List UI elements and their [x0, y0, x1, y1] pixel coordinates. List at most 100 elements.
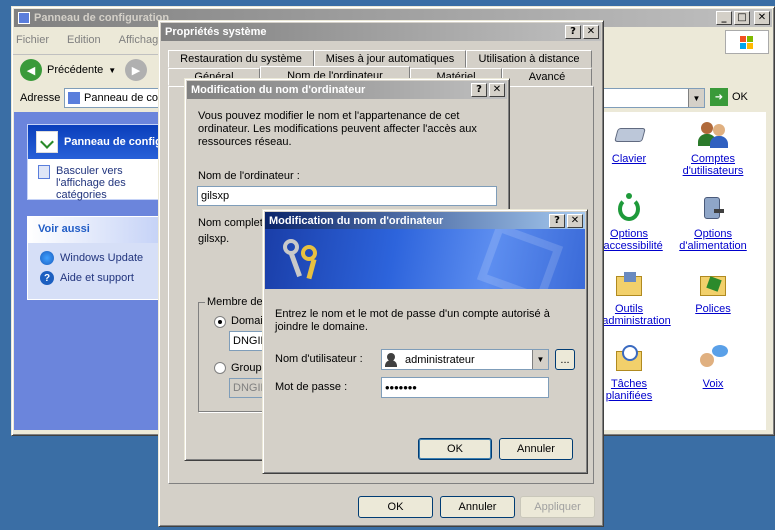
- accessibility-icon: [612, 193, 646, 225]
- menu-edition[interactable]: Edition: [67, 34, 101, 46]
- sysprops-ok-button[interactable]: OK: [358, 496, 433, 518]
- password-input[interactable]: •••••••: [381, 377, 549, 398]
- go-button[interactable]: ➜ OK: [710, 88, 748, 106]
- credentials-ok-button[interactable]: OK: [418, 438, 492, 460]
- scheduled-tasks-label: Tâches planifiées: [605, 378, 653, 402]
- close-button[interactable]: ✕: [567, 214, 583, 228]
- accessibility-label: Options d'accessibilité: [595, 228, 663, 252]
- rename-intro: Vous pouvez modifier le nom et l'apparte…: [198, 110, 477, 148]
- tab-remote[interactable]: Utilisation à distance: [466, 50, 592, 68]
- address-dropdown-icon[interactable]: ▼: [688, 89, 704, 107]
- domain-label: Domai: [231, 315, 263, 327]
- see-also-title: Voir aussi: [38, 223, 90, 235]
- sysprops-apply-button[interactable]: Appliquer: [520, 496, 595, 518]
- help-icon: ?: [40, 271, 54, 285]
- computer-name-label: Nom de l'ordinateur :: [198, 170, 300, 182]
- minimize-button[interactable]: _: [716, 11, 732, 25]
- go-label: OK: [732, 91, 748, 103]
- accessibility-item[interactable]: Options d'accessibilité: [594, 193, 664, 252]
- admin-tools-label: Outils d'administration: [594, 303, 671, 327]
- cp-header-icon: [36, 131, 58, 153]
- keyboard-item[interactable]: Clavier: [594, 118, 664, 165]
- go-arrow-icon: ➜: [710, 88, 728, 106]
- fonts-icon: [696, 268, 730, 300]
- tab-advanced[interactable]: Avancé: [502, 68, 592, 86]
- help-button[interactable]: ?: [471, 83, 487, 97]
- credentials-dialog-title: Modification du nom d'ordinateur: [269, 215, 444, 227]
- rename-dialog-title: Modification du nom d'ordinateur: [191, 84, 366, 96]
- user-accounts-label: Comptes d'utilisateurs: [682, 153, 744, 177]
- close-button[interactable]: ✕: [489, 83, 505, 97]
- admin-tools-item[interactable]: Outils d'administration: [594, 268, 671, 327]
- user-icon: [385, 352, 397, 367]
- speech-icon: [696, 343, 730, 375]
- cp-panel-header: Panneau de configuration: [28, 125, 199, 159]
- fonts-label: Polices: [695, 303, 731, 315]
- speech-label: Voix: [702, 378, 724, 390]
- help-label: Aide et support: [60, 272, 134, 284]
- computer-name-input[interactable]: gilsxp: [197, 186, 497, 206]
- switch-view-text: Basculer vers l'affichage des catégories: [56, 165, 126, 201]
- back-label: Précédente: [47, 64, 104, 76]
- password-label: Mot de passe :: [275, 381, 348, 393]
- windows-logo-icon: [725, 30, 769, 54]
- address-field-right[interactable]: ▼: [600, 88, 705, 108]
- see-also-help[interactable]: ? Aide et support: [40, 271, 134, 285]
- close-button[interactable]: ✕: [583, 25, 599, 39]
- windows-update-icon: [40, 251, 54, 265]
- menu-fichier[interactable]: Fichier: [16, 34, 49, 46]
- credentials-prompt: Entrez le nom et le mot de passe d'un co…: [275, 308, 550, 333]
- address-field[interactable]: Panneau de configuration: [64, 88, 160, 108]
- help-button[interactable]: ?: [549, 214, 565, 228]
- address-value: Panneau de configuration: [84, 92, 159, 104]
- username-combobox[interactable]: administrateur ▼: [381, 349, 549, 370]
- switch-view-icon: [38, 165, 50, 179]
- scheduled-tasks-item[interactable]: Tâches planifiées: [594, 343, 664, 402]
- help-button[interactable]: ?: [565, 25, 581, 39]
- keys-icon: [281, 237, 325, 281]
- username-dropdown-icon[interactable]: ▼: [532, 350, 548, 369]
- close-button[interactable]: ✕: [754, 11, 770, 25]
- switch-view-link[interactable]: Basculer vers l'affichage des catégories: [38, 165, 156, 201]
- browse-button[interactable]: ...: [555, 349, 575, 370]
- cp-panel-box: Panneau de configuration Basculer vers l…: [27, 124, 199, 201]
- system-properties-title: Propriétés système: [165, 26, 267, 38]
- sysprops-cancel-button[interactable]: Annuler: [440, 496, 515, 518]
- system-properties-titlebar[interactable]: Propriétés système ? ✕: [161, 23, 601, 41]
- user-accounts-item[interactable]: Comptes d'utilisateurs: [678, 118, 748, 177]
- user-accounts-icon: [696, 118, 730, 150]
- power-options-item[interactable]: Options d'alimentation: [678, 193, 748, 252]
- power-options-icon: [696, 193, 730, 225]
- admin-tools-icon: [612, 268, 646, 300]
- scheduled-tasks-icon: [612, 343, 646, 375]
- credentials-cancel-button[interactable]: Annuler: [499, 438, 573, 460]
- back-arrow-icon: ◀: [20, 59, 42, 81]
- power-options-label: Options d'alimentation: [679, 228, 747, 252]
- control-panel-title: Panneau de configuration: [34, 12, 170, 24]
- radio-dot: [218, 320, 222, 324]
- domain-radio[interactable]: [214, 316, 226, 328]
- username-label: Nom d'utilisateur :: [275, 353, 363, 365]
- credentials-dialog-titlebar[interactable]: Modification du nom d'ordinateur ? ✕: [265, 212, 585, 230]
- see-also-header: Voir aussi: [28, 217, 158, 243]
- workgroup-radio[interactable]: [214, 362, 226, 374]
- see-also-windows-update[interactable]: Windows Update: [40, 251, 143, 265]
- rename-dialog-titlebar[interactable]: Modification du nom d'ordinateur ? ✕: [187, 81, 507, 99]
- back-dropdown-icon: ▼: [108, 65, 117, 75]
- back-button[interactable]: ◀ Précédente ▼: [20, 59, 116, 81]
- keyboard-icon: [612, 118, 646, 150]
- address-label: Adresse: [20, 92, 61, 104]
- full-name-value: gilsxp.: [198, 233, 230, 245]
- fonts-item[interactable]: Polices: [678, 268, 748, 315]
- full-name-label: Nom complet: [198, 217, 263, 229]
- forward-arrow-icon[interactable]: ▶: [125, 59, 147, 81]
- member-of-label: Membre de: [205, 296, 265, 308]
- username-value: administrateur: [405, 353, 475, 366]
- menu-bar: Fichier Edition Affichage: [16, 34, 164, 46]
- toolbar-separator: [13, 54, 158, 55]
- speech-item[interactable]: Voix: [678, 343, 748, 390]
- windows-update-label: Windows Update: [60, 252, 144, 264]
- banner-watermark: [476, 229, 564, 289]
- maximize-button[interactable]: □: [734, 11, 750, 25]
- control-panel-icon: [18, 12, 30, 24]
